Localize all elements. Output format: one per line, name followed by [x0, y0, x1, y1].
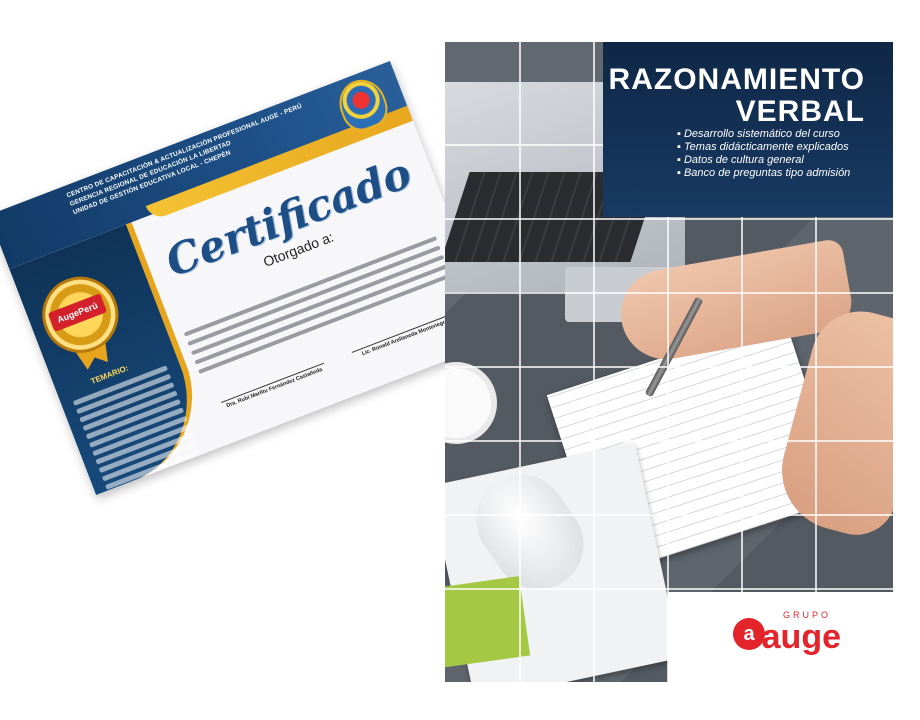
grid-line	[445, 440, 893, 442]
grid-line	[445, 292, 893, 294]
list-item: Temas didácticamente explicados	[677, 141, 850, 154]
cover-title: RAZONAMIENTO VERBAL	[609, 64, 865, 128]
grid-line	[445, 218, 893, 220]
list-item: Desarrollo sistemático del curso	[677, 128, 850, 141]
grid-line	[593, 42, 595, 682]
grid-line	[445, 366, 893, 368]
list-item: Datos de cultura general	[677, 154, 850, 167]
feature-list: Desarrollo sistemático del curso Temas d…	[677, 128, 850, 180]
cover-title-line: RAZONAMIENTO	[608, 63, 865, 96]
grid-line	[519, 42, 521, 682]
grid-line	[445, 514, 893, 516]
brand-logo-icon: a	[733, 618, 765, 650]
book-cover: RAZONAMIENTO VERBAL Desarrollo sistemáti…	[445, 42, 893, 682]
certificate: CENTRO DE CAPACITACIÓN & ACTUALIZACIÓN P…	[0, 60, 498, 496]
signature-1: Dra. Rubí Marlitu Fernández Castañeda	[221, 362, 327, 411]
signature-2: Lic. Ronald Arellaneda Montenegro	[351, 312, 458, 361]
list-item: Banco de preguntas tipo admisión	[677, 167, 850, 180]
cover-title-line: VERBAL	[735, 95, 865, 128]
brand-area: a GRUPO auge	[668, 592, 893, 682]
brand-name: auge	[761, 618, 841, 656]
grid-line	[445, 588, 893, 590]
